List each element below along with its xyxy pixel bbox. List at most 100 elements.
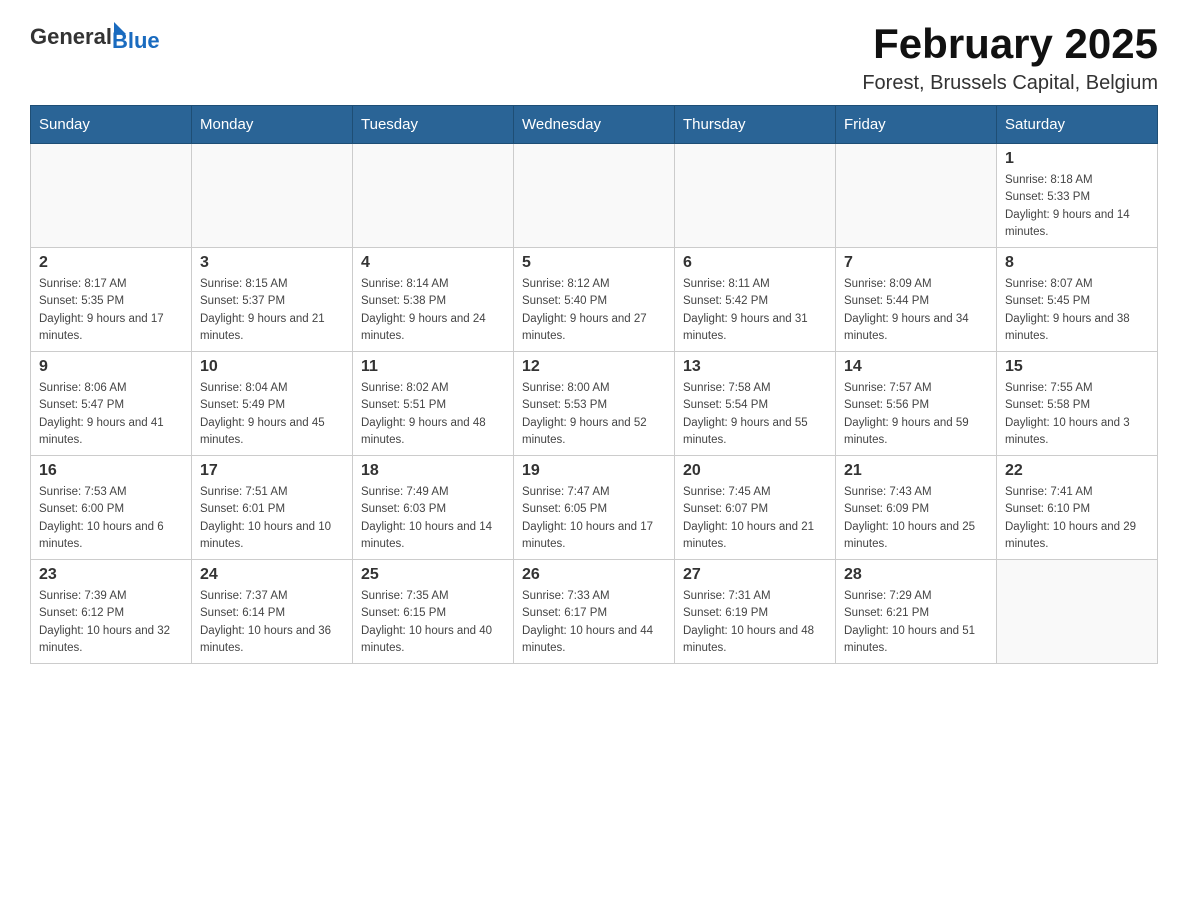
calendar-cell: 27 Sunrise: 7:31 AMSunset: 6:19 PMDayligh… (675, 560, 836, 664)
day-number: 12 (522, 358, 666, 376)
day-info: Sunrise: 7:58 AMSunset: 5:54 PMDaylight:… (683, 380, 827, 449)
day-info: Sunrise: 8:04 AMSunset: 5:49 PMDaylight:… (200, 380, 344, 449)
calendar-cell: 13 Sunrise: 7:58 AMSunset: 5:54 PMDayligh… (675, 352, 836, 456)
calendar-header: SundayMondayTuesdayWednesdayThursdayFrid… (31, 106, 1158, 144)
weekday-header-sunday: Sunday (31, 106, 192, 144)
day-info: Sunrise: 8:18 AMSunset: 5:33 PMDaylight:… (1005, 172, 1149, 241)
weekday-header-friday: Friday (836, 106, 997, 144)
day-number: 3 (200, 254, 344, 272)
day-info: Sunrise: 8:12 AMSunset: 5:40 PMDaylight:… (522, 276, 666, 345)
calendar-cell: 12 Sunrise: 8:00 AMSunset: 5:53 PMDayligh… (514, 352, 675, 456)
day-number: 15 (1005, 358, 1149, 376)
calendar-cell: 26 Sunrise: 7:33 AMSunset: 6:17 PMDayligh… (514, 560, 675, 664)
day-number: 7 (844, 254, 988, 272)
calendar-cell: 20 Sunrise: 7:45 AMSunset: 6:07 PMDayligh… (675, 456, 836, 560)
calendar-cell: 19 Sunrise: 7:47 AMSunset: 6:05 PMDayligh… (514, 456, 675, 560)
day-info: Sunrise: 8:07 AMSunset: 5:45 PMDaylight:… (1005, 276, 1149, 345)
day-number: 25 (361, 566, 505, 584)
day-number: 13 (683, 358, 827, 376)
day-number: 20 (683, 462, 827, 480)
day-number: 24 (200, 566, 344, 584)
day-info: Sunrise: 8:06 AMSunset: 5:47 PMDaylight:… (39, 380, 183, 449)
calendar-title: February 2025 (862, 20, 1158, 68)
day-info: Sunrise: 7:31 AMSunset: 6:19 PMDaylight:… (683, 588, 827, 657)
calendar-cell: 1 Sunrise: 8:18 AMSunset: 5:33 PMDaylight… (997, 144, 1158, 248)
calendar-cell: 11 Sunrise: 8:02 AMSunset: 5:51 PMDayligh… (353, 352, 514, 456)
day-info: Sunrise: 7:49 AMSunset: 6:03 PMDaylight:… (361, 484, 505, 553)
day-info: Sunrise: 8:00 AMSunset: 5:53 PMDaylight:… (522, 380, 666, 449)
calendar-cell: 22Sunrise: 7:41 AMSunset: 6:10 PMDayligh… (997, 456, 1158, 560)
day-number: 8 (1005, 254, 1149, 272)
day-info: Sunrise: 7:33 AMSunset: 6:17 PMDaylight:… (522, 588, 666, 657)
calendar-cell (31, 144, 192, 248)
day-info: Sunrise: 7:45 AMSunset: 6:07 PMDaylight:… (683, 484, 827, 553)
day-number: 16 (39, 462, 183, 480)
day-info: Sunrise: 7:29 AMSunset: 6:21 PMDaylight:… (844, 588, 988, 657)
day-info: Sunrise: 7:51 AMSunset: 6:01 PMDaylight:… (200, 484, 344, 553)
weekday-header-saturday: Saturday (997, 106, 1158, 144)
calendar-body: 1 Sunrise: 8:18 AMSunset: 5:33 PMDaylight… (31, 144, 1158, 664)
day-info: Sunrise: 7:53 AMSunset: 6:00 PMDaylight:… (39, 484, 183, 553)
day-number: 23 (39, 566, 183, 584)
calendar-cell: 17 Sunrise: 7:51 AMSunset: 6:01 PMDayligh… (192, 456, 353, 560)
day-number: 26 (522, 566, 666, 584)
calendar-cell: 14 Sunrise: 7:57 AMSunset: 5:56 PMDayligh… (836, 352, 997, 456)
day-number: 27 (683, 566, 827, 584)
day-number: 1 (1005, 150, 1149, 168)
title-block: February 2025 Forest, Brussels Capital, … (862, 20, 1158, 95)
calendar-cell: 23 Sunrise: 7:39 AMSunset: 6:12 PMDayligh… (31, 560, 192, 664)
calendar-cell: 9 Sunrise: 8:06 AMSunset: 5:47 PMDaylight… (31, 352, 192, 456)
calendar-subtitle: Forest, Brussels Capital, Belgium (862, 72, 1158, 95)
day-info: Sunrise: 7:43 AMSunset: 6:09 PMDaylight:… (844, 484, 988, 553)
day-info: Sunrise: 7:41 AMSunset: 6:10 PMDaylight:… (1005, 484, 1149, 553)
calendar-cell: 15 Sunrise: 7:55 AMSunset: 5:58 PMDayligh… (997, 352, 1158, 456)
calendar-cell (997, 560, 1158, 664)
calendar-cell: 6Sunrise: 8:11 AMSunset: 5:42 PMDaylight… (675, 248, 836, 352)
day-info: Sunrise: 8:11 AMSunset: 5:42 PMDaylight:… (683, 276, 827, 345)
week-row-1: 1 Sunrise: 8:18 AMSunset: 5:33 PMDaylight… (31, 144, 1158, 248)
day-number: 11 (361, 358, 505, 376)
day-info: Sunrise: 8:09 AMSunset: 5:44 PMDaylight:… (844, 276, 988, 345)
week-row-3: 9 Sunrise: 8:06 AMSunset: 5:47 PMDaylight… (31, 352, 1158, 456)
calendar-cell: 24Sunrise: 7:37 AMSunset: 6:14 PMDayligh… (192, 560, 353, 664)
day-info: Sunrise: 7:47 AMSunset: 6:05 PMDaylight:… (522, 484, 666, 553)
day-info: Sunrise: 7:35 AMSunset: 6:15 PMDaylight:… (361, 588, 505, 657)
day-info: Sunrise: 7:55 AMSunset: 5:58 PMDaylight:… (1005, 380, 1149, 449)
calendar-cell: 2Sunrise: 8:17 AMSunset: 5:35 PMDaylight… (31, 248, 192, 352)
weekday-header-tuesday: Tuesday (353, 106, 514, 144)
day-number: 17 (200, 462, 344, 480)
week-row-4: 16 Sunrise: 7:53 AMSunset: 6:00 PMDayligh… (31, 456, 1158, 560)
calendar-cell (192, 144, 353, 248)
weekday-header-monday: Monday (192, 106, 353, 144)
calendar-cell: 25 Sunrise: 7:35 AMSunset: 6:15 PMDayligh… (353, 560, 514, 664)
weekday-header-thursday: Thursday (675, 106, 836, 144)
day-number: 9 (39, 358, 183, 376)
day-number: 28 (844, 566, 988, 584)
day-number: 14 (844, 358, 988, 376)
day-info: Sunrise: 8:02 AMSunset: 5:51 PMDaylight:… (361, 380, 505, 449)
logo-general: General (30, 24, 112, 50)
day-info: Sunrise: 7:39 AMSunset: 6:12 PMDaylight:… (39, 588, 183, 657)
calendar-cell: 18 Sunrise: 7:49 AMSunset: 6:03 PMDayligh… (353, 456, 514, 560)
calendar-cell (675, 144, 836, 248)
day-info: Sunrise: 8:14 AMSunset: 5:38 PMDaylight:… (361, 276, 505, 345)
calendar-cell: 28 Sunrise: 7:29 AMSunset: 6:21 PMDayligh… (836, 560, 997, 664)
day-number: 21 (844, 462, 988, 480)
logo: General Blue (30, 20, 160, 54)
day-number: 19 (522, 462, 666, 480)
calendar-cell (514, 144, 675, 248)
calendar-cell: 10 Sunrise: 8:04 AMSunset: 5:49 PMDayligh… (192, 352, 353, 456)
calendar-cell: 16 Sunrise: 7:53 AMSunset: 6:00 PMDayligh… (31, 456, 192, 560)
day-number: 5 (522, 254, 666, 272)
day-info: Sunrise: 7:57 AMSunset: 5:56 PMDaylight:… (844, 380, 988, 449)
day-number: 2 (39, 254, 183, 272)
logo-blue: Blue (112, 28, 160, 54)
day-number: 10 (200, 358, 344, 376)
calendar-cell: 3Sunrise: 8:15 AMSunset: 5:37 PMDaylight… (192, 248, 353, 352)
day-number: 4 (361, 254, 505, 272)
calendar-cell: 21 Sunrise: 7:43 AMSunset: 6:09 PMDayligh… (836, 456, 997, 560)
page-header: General Blue February 2025 Forest, Bruss… (30, 20, 1158, 95)
calendar-cell: 5 Sunrise: 8:12 AMSunset: 5:40 PMDaylight… (514, 248, 675, 352)
day-number: 18 (361, 462, 505, 480)
week-row-5: 23 Sunrise: 7:39 AMSunset: 6:12 PMDayligh… (31, 560, 1158, 664)
